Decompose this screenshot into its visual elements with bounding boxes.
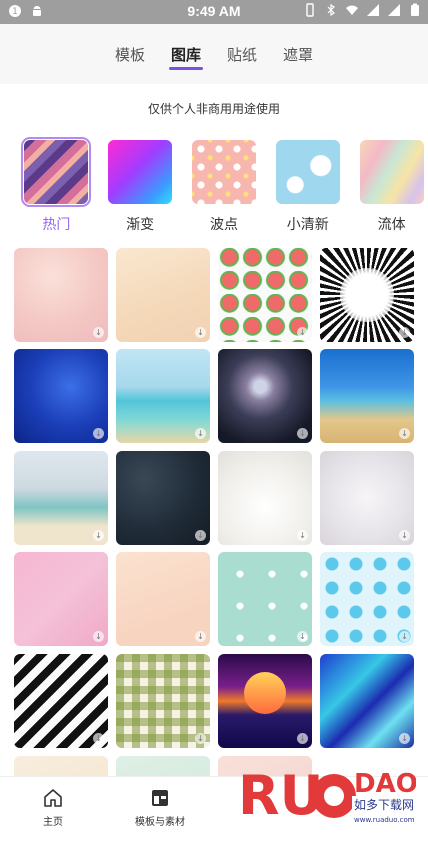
- gallery-image[interactable]: ↓: [116, 248, 210, 342]
- tab-masks[interactable]: 遮罩: [281, 44, 315, 65]
- battery-icon: [408, 3, 422, 17]
- tab-stickers[interactable]: 贴纸: [225, 44, 259, 65]
- svg-text:如多下载网: 如多下载网: [354, 797, 414, 812]
- svg-text:RU: RU: [238, 764, 323, 827]
- gallery-image[interactable]: ↓: [14, 552, 108, 646]
- gallery-image[interactable]: ↓: [320, 248, 414, 342]
- gallery-image[interactable]: ↓: [116, 349, 210, 443]
- signal-icon: [366, 3, 380, 17]
- gallery-image[interactable]: ↓: [320, 552, 414, 646]
- category-list: 热门 渐变 波点 小清新 流体: [21, 137, 424, 234]
- download-icon[interactable]: ↓: [93, 733, 104, 744]
- gallery-image[interactable]: ↓: [116, 552, 210, 646]
- download-icon[interactable]: ↓: [297, 530, 308, 541]
- download-icon[interactable]: ↓: [93, 327, 104, 338]
- category-thumbnail: [359, 140, 424, 204]
- category-fresh[interactable]: 小清新: [275, 140, 340, 234]
- category-label: 波点: [209, 217, 238, 233]
- category-thumbnail: [21, 137, 92, 207]
- wifi-icon: [345, 3, 359, 17]
- download-icon[interactable]: ↓: [399, 631, 410, 642]
- image-grid: ↓ ↓ ↓ ↓ ↓ ↓ ↓ ↓ ↓ ↓ ↓ ↓ ↓ ↓ ↓ ↓ ↓ ↓ ↓ ↓: [14, 248, 418, 800]
- gallery-image[interactable]: ↓: [320, 654, 414, 748]
- status-bar: 1 9:49 AM: [0, 0, 428, 24]
- download-icon[interactable]: ↓: [93, 631, 104, 642]
- download-icon[interactable]: ↓: [297, 327, 308, 338]
- tab-templates[interactable]: 模板: [113, 44, 147, 65]
- gallery-image[interactable]: ↓: [320, 349, 414, 443]
- category-thumbnail: [191, 140, 256, 204]
- gallery-image[interactable]: ↓: [116, 451, 210, 545]
- category-label: 热门: [42, 217, 71, 233]
- category-thumbnail: [275, 140, 340, 204]
- download-icon[interactable]: ↓: [93, 428, 104, 439]
- tab-gallery[interactable]: 图库: [168, 44, 204, 70]
- watermark-logo: RU DAO 如多下载网 www.ruaduo.com: [236, 752, 418, 840]
- category-polka-dot[interactable]: 波点: [191, 140, 257, 234]
- category-label: 渐变: [126, 217, 155, 233]
- download-icon[interactable]: ↓: [399, 428, 410, 439]
- download-icon[interactable]: ↓: [399, 327, 410, 338]
- top-tabs: 模板 图库 贴纸 遮罩: [0, 44, 428, 70]
- bluetooth-icon: [324, 3, 338, 17]
- gallery-image[interactable]: ↓: [218, 349, 312, 443]
- download-icon[interactable]: ↓: [195, 327, 206, 338]
- signal-icon: [387, 3, 401, 17]
- download-icon[interactable]: ↓: [93, 530, 104, 541]
- download-icon[interactable]: ↓: [195, 428, 206, 439]
- gallery-image[interactable]: ↓: [218, 451, 312, 545]
- nav-home-label: 主页: [43, 817, 63, 828]
- category-fluid[interactable]: 流体: [359, 140, 424, 234]
- category-gradient[interactable]: 渐变: [108, 140, 173, 234]
- gallery-image[interactable]: ↓: [218, 552, 312, 646]
- download-icon[interactable]: ↓: [399, 733, 410, 744]
- gallery-image[interactable]: ↓: [218, 654, 312, 748]
- nav-templates[interactable]: 模板与素材: [115, 787, 205, 828]
- gallery-image[interactable]: ↓: [218, 248, 312, 342]
- nav-templates-label: 模板与素材: [135, 817, 185, 828]
- category-label: 流体: [377, 217, 406, 233]
- download-icon[interactable]: ↓: [195, 631, 206, 642]
- category-thumbnail: [108, 140, 173, 204]
- nav-home[interactable]: 主页: [8, 787, 98, 828]
- download-icon[interactable]: ↓: [297, 631, 308, 642]
- gallery-image[interactable]: ↓: [14, 654, 108, 748]
- download-icon[interactable]: ↓: [297, 428, 308, 439]
- download-icon[interactable]: ↓: [399, 530, 410, 541]
- category-hot[interactable]: 热门: [21, 137, 92, 234]
- gallery-image[interactable]: ↓: [320, 451, 414, 545]
- download-icon[interactable]: ↓: [195, 733, 206, 744]
- home-icon: [42, 787, 64, 809]
- download-icon[interactable]: ↓: [195, 530, 206, 541]
- usage-notice: 仅供个人非商用用途使用: [147, 102, 280, 116]
- gallery-image[interactable]: ↓: [116, 654, 210, 748]
- header: 模板 图库 贴纸 遮罩: [0, 24, 428, 84]
- vibrate-icon: [303, 3, 317, 17]
- templates-icon: [149, 787, 171, 809]
- download-icon[interactable]: ↓: [297, 733, 308, 744]
- gallery-image[interactable]: ↓: [14, 248, 108, 342]
- gallery-image[interactable]: ↓: [14, 349, 108, 443]
- svg-text:www.ruaduo.com: www.ruaduo.com: [354, 816, 415, 824]
- svg-text:DAO: DAO: [354, 769, 416, 799]
- gallery-image[interactable]: ↓: [14, 451, 108, 545]
- category-label: 小清新: [286, 217, 329, 233]
